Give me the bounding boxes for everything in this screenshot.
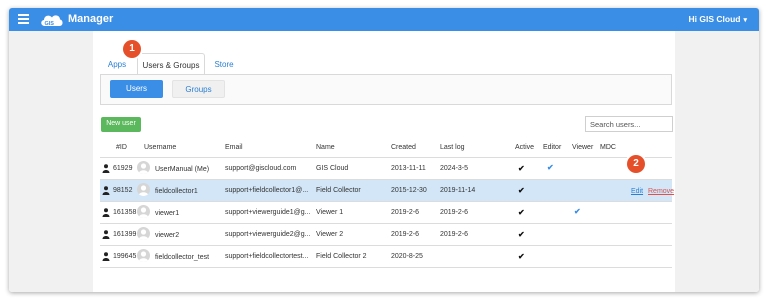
email: support+fieldcollector1@... bbox=[225, 187, 309, 194]
email: support+fieldcollectortest... bbox=[225, 253, 309, 260]
gis-cloud-logo: GIS bbox=[41, 15, 63, 27]
created-date: 2019-2-6 bbox=[391, 209, 420, 216]
last-log-date: 2019-2-6 bbox=[440, 209, 469, 216]
email: support+viewerguide2@g... bbox=[225, 231, 311, 238]
table-row-selected[interactable]: 98152 fieldcollector1 support+fieldcolle… bbox=[100, 180, 674, 201]
header-mdc: MDC bbox=[600, 144, 616, 151]
top-navbar: GIS Manager Hi GIS Cloud ▾ bbox=[9, 8, 759, 31]
header-viewer: Viewer bbox=[572, 144, 594, 151]
username: fieldcollector1 bbox=[155, 188, 198, 195]
viewer-check-icon: ✔ bbox=[574, 207, 581, 216]
last-log-date: 2019-2-6 bbox=[440, 231, 469, 238]
avatar bbox=[137, 249, 150, 262]
avatar bbox=[137, 161, 150, 174]
app-title: Manager bbox=[68, 13, 114, 25]
header-editor: Editor bbox=[543, 144, 562, 151]
edit-link[interactable]: Edit bbox=[631, 188, 643, 195]
greeting-text: Hi GIS Cloud bbox=[688, 14, 741, 24]
remove-link[interactable]: Remove bbox=[648, 188, 674, 195]
username: fieldcollector_test bbox=[155, 254, 210, 261]
username: viewer2 bbox=[155, 232, 180, 239]
subtabs-bar: Users Groups bbox=[100, 75, 672, 105]
subtab-groups[interactable]: Groups bbox=[172, 80, 225, 98]
table-row[interactable]: 161399 viewer2 support+viewerguide2@g...… bbox=[100, 224, 672, 245]
email: support@giscloud.com bbox=[225, 165, 297, 172]
full-name: GIS Cloud bbox=[316, 165, 349, 172]
step-badge-1: 1 bbox=[123, 40, 141, 58]
created-date: 2015-12-30 bbox=[391, 187, 427, 194]
users-panel: Apps Users & Groups Store Users Groups N… bbox=[93, 31, 675, 292]
logo-text: GIS bbox=[45, 21, 55, 27]
tab-users-groups[interactable]: Users & Groups bbox=[137, 53, 205, 75]
header-username: Username bbox=[144, 144, 177, 151]
app-window: GIS Manager Hi GIS Cloud ▾ Apps Users & G… bbox=[9, 8, 759, 292]
user-menu[interactable]: Hi GIS Cloud ▾ bbox=[689, 14, 747, 24]
user-icon bbox=[102, 208, 110, 217]
full-name: Field Collector 2 bbox=[316, 253, 367, 260]
full-name: Viewer 1 bbox=[316, 209, 344, 216]
chevron-down-icon: ▾ bbox=[743, 17, 747, 24]
user-id: 61929 bbox=[113, 165, 133, 172]
user-id: 98152 bbox=[113, 187, 133, 194]
header-active: Active bbox=[515, 144, 535, 151]
header-email: Email bbox=[225, 144, 243, 151]
table-header: #ID Username Email Name Created Last log… bbox=[93, 137, 675, 157]
full-name: Field Collector bbox=[316, 187, 361, 194]
table-row[interactable]: 199645 fieldcollector_test support+field… bbox=[100, 246, 672, 267]
header-last-log: Last log bbox=[440, 144, 465, 151]
active-check-icon: ✔ bbox=[518, 252, 525, 261]
editor-check-icon: ✔ bbox=[547, 163, 554, 172]
avatar bbox=[137, 205, 150, 218]
created-date: 2013-11-11 bbox=[391, 165, 426, 172]
full-name: Viewer 2 bbox=[316, 231, 344, 238]
created-date: 2019-2-6 bbox=[391, 231, 420, 238]
tab-store[interactable]: Store bbox=[207, 53, 241, 75]
user-id: 161399 bbox=[113, 231, 137, 238]
subtab-users[interactable]: Users bbox=[110, 80, 163, 98]
header-id: #ID bbox=[116, 144, 127, 151]
avatar bbox=[137, 227, 150, 240]
username: viewer1 bbox=[155, 210, 180, 217]
user-icon bbox=[102, 252, 110, 261]
user-icon bbox=[102, 186, 110, 195]
email: support+viewerguide1@g... bbox=[225, 209, 311, 216]
header-name: Name bbox=[316, 144, 335, 151]
username: UserManual (Me) bbox=[155, 166, 210, 173]
user-id: 161358 bbox=[113, 209, 137, 216]
table-row[interactable]: 61929 UserManual (Me) support@giscloud.c… bbox=[100, 158, 672, 179]
row-divider bbox=[100, 267, 672, 268]
main-content: Apps Users & Groups Store Users Groups N… bbox=[9, 31, 759, 292]
hamburger-menu-icon[interactable] bbox=[18, 14, 29, 24]
last-log-date: 2024-3-5 bbox=[440, 165, 469, 172]
step-badge-2: 2 bbox=[627, 155, 645, 173]
user-icon bbox=[102, 164, 110, 173]
table-row[interactable]: 161358 viewer1 support+viewerguide1@g...… bbox=[100, 202, 672, 223]
last-log-date: 2019-11-14 bbox=[440, 187, 476, 194]
header-created: Created bbox=[391, 144, 416, 151]
avatar bbox=[137, 183, 150, 196]
created-date: 2020-8-25 bbox=[391, 253, 423, 260]
user-icon bbox=[102, 230, 110, 239]
user-id: 199645 bbox=[113, 253, 137, 260]
active-check-icon: ✔ bbox=[518, 208, 525, 217]
new-user-button[interactable]: New user bbox=[101, 117, 141, 132]
active-check-icon: ✔ bbox=[518, 164, 525, 173]
active-check-icon: ✔ bbox=[518, 230, 525, 239]
search-users-input[interactable] bbox=[585, 116, 673, 132]
active-check-icon: ✔ bbox=[518, 186, 525, 195]
